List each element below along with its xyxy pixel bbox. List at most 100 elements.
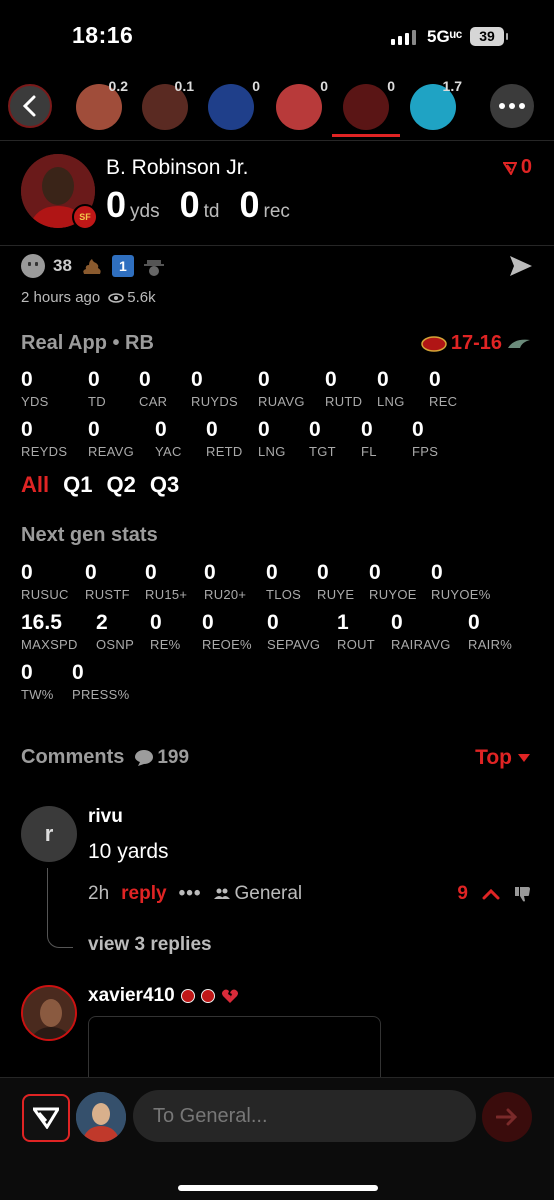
composer-bar [0,1077,554,1200]
app-logo-button[interactable] [22,1094,70,1142]
channel-tag[interactable]: General [213,883,302,905]
spy-reaction-icon[interactable] [142,254,166,278]
game-score: 17-16 [421,332,532,355]
upvote-count: 9 [457,883,468,904]
stat-label: RU20+ [204,587,247,602]
comment-compose[interactable] [133,1090,476,1142]
avatar [208,84,254,130]
stat-value: 0 [431,561,443,584]
stat-cell: 0 TLOS [266,561,301,602]
chat-bubble-icon [135,749,154,766]
comment-username-row[interactable]: xavier410 [88,985,239,1007]
strip-points: 0.1 [174,78,194,94]
comments-count: 199 [134,747,189,769]
sort-dropdown[interactable]: Top [475,746,530,770]
stat-cell: 0 RUSUC [21,561,69,602]
back-button[interactable] [8,84,52,128]
stat-value: 0 [468,611,480,634]
stat-cell: 0 YDS [21,368,49,409]
stat-cell: 0 RUSTF [85,561,130,602]
view-replies-link[interactable]: view 3 replies [88,934,212,956]
send-button[interactable] [482,1092,532,1142]
share-button[interactable] [508,254,534,283]
home-indicator [178,1185,378,1191]
stat-label: YDS [21,394,49,409]
stat-value: 0 [412,418,424,441]
team-badge-icon: SF [72,204,98,230]
stat-cell: 0 RU20+ [204,561,246,602]
stat-label: REYDS [21,444,68,459]
strip-player-6[interactable]: 1.7 [410,78,462,130]
stat-value: 0 [88,368,100,391]
stat-cell: 0 REYDS [21,418,67,459]
stat-label: CAR [139,394,168,409]
stat-cell: 0 RAIR% [468,611,512,652]
tab-q3[interactable]: Q3 [150,472,179,498]
stat-value: 0 [85,561,97,584]
avatar [276,84,322,130]
stat-cell: 0 TGT [309,418,336,459]
comment-avatar[interactable]: r [21,806,77,862]
tab-q1[interactable]: Q1 [63,472,92,498]
user-avatar[interactable] [76,1092,126,1142]
stat-value: 0 [317,561,329,584]
stat-cell: 0 RUAVG [258,368,305,409]
comment-media[interactable] [88,1016,381,1086]
stat-value: 0 [191,368,203,391]
stat-cell: 0 RUYDS [191,368,238,409]
comment-avatar[interactable] [21,985,77,1041]
thumbs-down-icon[interactable] [514,885,532,903]
stat-label: RAIR% [468,637,513,652]
stat-cell: 0 TW% [21,661,54,702]
strip-player-1[interactable]: 0.2 [76,78,128,130]
stat-value: 0 [391,611,403,634]
stat-value: 0 [377,368,389,391]
stat-cell: 16.5 MAXSPD [21,611,78,652]
player-strip: 0.2 0.1 0 0 0 1.7 [0,72,554,140]
strip-player-2[interactable]: 0.1 [142,78,194,130]
stat-label: FL [361,444,377,459]
number-one-reaction-icon[interactable]: 1 [111,255,134,277]
stat-label: RU15+ [145,587,188,602]
strip-player-3[interactable]: 0 [208,78,260,130]
stat-label: RUYE [317,587,355,602]
broken-heart-icon [221,989,238,1003]
td-value: 0 [179,184,200,225]
stat-value: 0 [88,418,100,441]
comment-more-button[interactable]: ••• [179,883,202,905]
stat-cell: 0 CAR [139,368,167,409]
stat-value: 0 [204,561,216,584]
smile-reaction-count: 38 [53,256,72,275]
strip-points: 0 [387,78,395,94]
stat-label: RE% [150,637,181,652]
eagles-logo-icon [508,339,530,348]
quarter-tabs: All Q1 Q2 Q3 [21,472,179,498]
stat-label: SEPAVG [267,637,321,652]
stat-value: 0 [145,561,157,584]
battery-icon: 39 [470,27,508,46]
stat-cell: 0 RUYOE% [431,561,491,602]
strip-points: 1.7 [442,78,462,94]
team-badge-icon [180,989,195,1003]
stat-value: 0 [155,418,167,441]
more-button[interactable] [490,84,534,128]
comment-input[interactable] [133,1090,476,1142]
tab-q2[interactable]: Q2 [106,472,135,498]
strip-player-5-selected[interactable]: 0 [343,78,395,130]
comments-title: Comments [21,746,125,768]
reply-button[interactable]: reply [121,883,166,905]
strip-points: 0 [320,78,328,94]
comment-username[interactable]: rivu [88,806,123,828]
stat-cell: 0 FPS [412,418,438,459]
poop-reaction-icon[interactable] [80,254,104,278]
upvote-chevron-icon[interactable] [482,888,500,900]
strip-player-4[interactable]: 0 [276,78,328,130]
divider [0,245,554,246]
stat-label: RETD [206,444,243,459]
stat-value: 0 [266,561,278,584]
real-logo-icon [33,1107,59,1129]
td-unit: td [203,201,220,222]
smile-reaction-icon[interactable] [21,254,45,278]
player-vote-button[interactable]: 0 [502,156,532,179]
tab-all[interactable]: All [21,472,49,498]
